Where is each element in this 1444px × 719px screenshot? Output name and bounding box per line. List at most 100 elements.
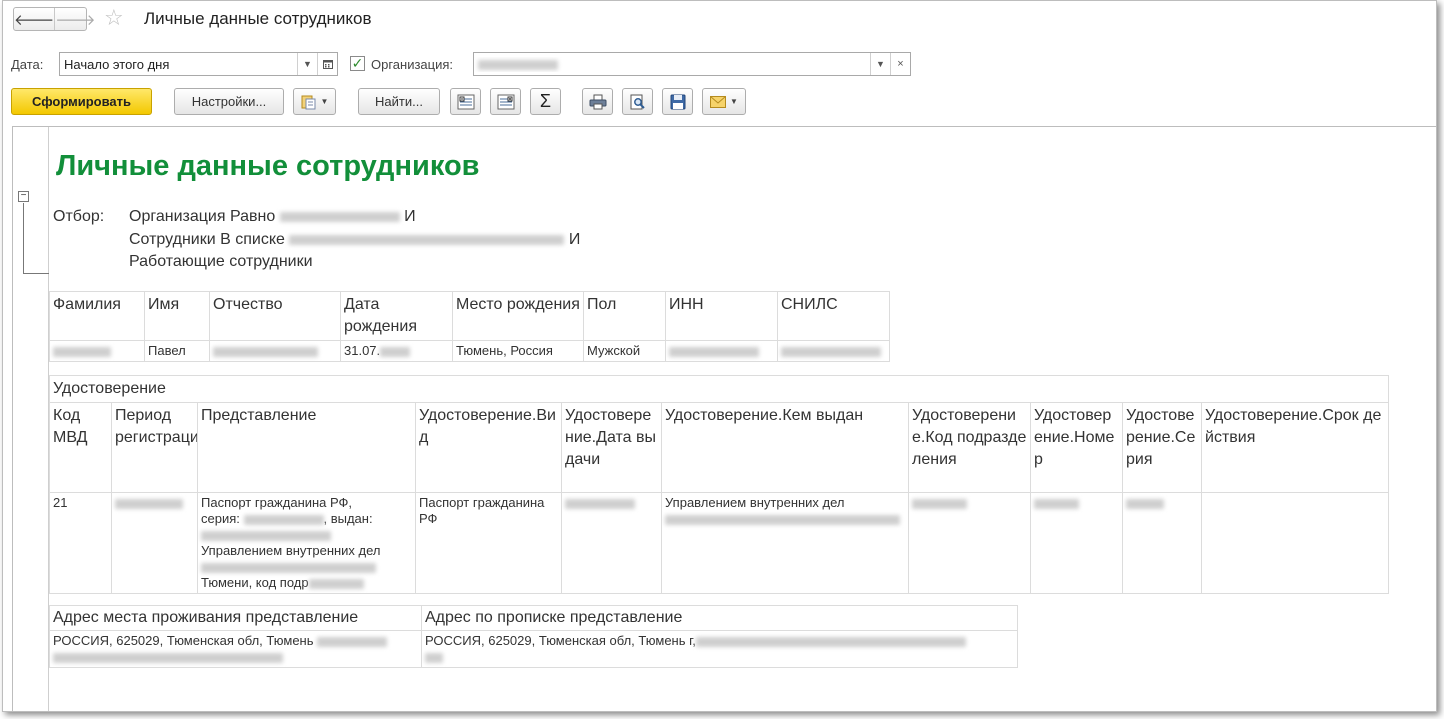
cell-issued-by[interactable]: Управлением внутренних дел: [661, 492, 909, 594]
cell-birth-date[interactable]: 31.07.: [340, 340, 453, 362]
find-button[interactable]: Найти...: [358, 88, 440, 115]
collapse-groups-button[interactable]: [450, 88, 481, 115]
cell-residence-address[interactable]: РОССИЯ, 625029, Тюменская обл, Тюмень: [49, 630, 422, 668]
favorite-star-icon[interactable]: ☆: [104, 6, 124, 30]
column-header: Удостоверение.Серия: [1122, 402, 1202, 493]
representation-line-4: Управлением внутренних дел: [201, 543, 381, 558]
cell-gender[interactable]: Мужской: [583, 340, 666, 362]
issued-label: , выдан:: [323, 511, 373, 526]
id-document-table: Удостоверение Код МВД Период регистрации…: [48, 375, 1390, 594]
column-header: СНИЛС: [777, 291, 890, 341]
cell-inn[interactable]: [665, 340, 778, 362]
column-header: Удостоверение.Срок действия: [1200, 402, 1390, 493]
calendar-icon[interactable]: [317, 53, 337, 75]
sum-button[interactable]: Σ: [530, 88, 561, 115]
forward-button[interactable]: 🡒: [54, 8, 95, 30]
residence-text: РОССИЯ, 625029, Тюменская обл, Тюмень: [53, 633, 314, 648]
representation-line-1: Паспорт гражданина РФ,: [201, 495, 353, 510]
variants-button[interactable]: ▼: [293, 88, 336, 115]
residence-line-2: [53, 649, 418, 665]
column-header: Адрес по прописке представление: [421, 605, 1018, 631]
column-header: Фамилия: [49, 291, 145, 341]
expand-groups-button[interactable]: [490, 88, 521, 115]
cell-valid-until[interactable]: [1200, 492, 1390, 594]
cell-issue-date[interactable]: [561, 492, 662, 594]
dropdown-arrow-icon[interactable]: ▼: [297, 53, 317, 75]
cell-id-kind[interactable]: Паспорт гражданина РФ: [415, 492, 562, 594]
registration-line-2: [425, 649, 1014, 665]
dropdown-arrow-icon: ▼: [730, 97, 738, 106]
save-button[interactable]: [662, 88, 693, 115]
registration-line-1: РОССИЯ, 625029, Тюменская обл, Тюмень г,: [425, 633, 1014, 649]
birth-date-text: 31.07.: [344, 343, 381, 358]
cell-registration-address[interactable]: РОССИЯ, 625029, Тюменская обл, Тюмень г,: [421, 630, 1018, 668]
printer-icon: [589, 94, 606, 109]
cell-birth-place[interactable]: Тюмень, Россия: [452, 340, 584, 362]
representation-line-3: [201, 527, 412, 543]
cell-mvd-code[interactable]: 21: [49, 492, 112, 594]
organization-checkbox[interactable]: ✓: [350, 56, 365, 71]
table-header-row: Адрес места проживания представление Адр…: [49, 605, 1018, 631]
person-table: Фамилия Имя Отчество Дата рождения Место…: [49, 291, 890, 362]
date-label: Дата:: [11, 57, 44, 72]
dropdown-arrow-icon: ▼: [320, 97, 329, 106]
generate-button[interactable]: Сформировать: [11, 88, 152, 115]
date-field[interactable]: Начало этого дня ▼: [59, 52, 338, 76]
filter-employees-text: Сотрудники В списке: [129, 231, 285, 248]
group-expand-icon: [497, 94, 514, 109]
column-header: Место рождения: [452, 291, 584, 341]
arrow-left-icon: 🡐: [14, 11, 55, 29]
settings-button[interactable]: Настройки...: [174, 88, 284, 115]
report-window: 🡐 🡒 ☆ Личные данные сотрудников Дата: На…: [2, 0, 1437, 712]
clear-icon[interactable]: ×: [890, 53, 910, 75]
report-spreadsheet[interactable]: − Личные данные сотрудников Отбор: Орган…: [12, 126, 1437, 711]
table-header-row: Код МВД Период регистрации Представление…: [49, 402, 1390, 493]
cell-patronymic[interactable]: [209, 340, 341, 362]
report-variant-icon: [301, 95, 316, 109]
group-collapse-icon: [457, 94, 474, 109]
id-group-header: Удостоверение: [48, 375, 1390, 403]
dept-code-label: Тюмени, код подр: [201, 575, 309, 590]
column-header: Код МВД: [49, 402, 112, 493]
cell-dept-code[interactable]: [908, 492, 1031, 594]
back-button[interactable]: 🡐: [14, 8, 54, 30]
representation-line-6: Тюмени, код подр: [201, 575, 412, 591]
dropdown-arrow-icon[interactable]: ▼: [870, 53, 890, 75]
issued-by-line-1: Управлением внутренних дел: [665, 495, 845, 510]
collapse-group-icon[interactable]: −: [18, 191, 29, 202]
column-header: Пол: [583, 291, 666, 341]
column-header: Представление: [197, 402, 416, 493]
cell-last-name[interactable]: [49, 340, 145, 362]
sum-icon: Σ: [539, 91, 552, 111]
organization-field[interactable]: ▼ ×: [473, 52, 911, 76]
table-row: 21 Паспорт гражданина РФ, серия: , выдан…: [49, 492, 1390, 594]
filter-org-text: Организация Равно: [129, 208, 276, 225]
table-row: Павел 31.07. Тюмень, Россия Мужской: [49, 340, 890, 362]
cell-id-number[interactable]: [1030, 492, 1123, 594]
table-group-header-row: Удостоверение: [48, 375, 1390, 403]
cell-registration-period[interactable]: [111, 492, 198, 594]
column-header: Имя: [144, 291, 210, 341]
print-preview-icon: [630, 94, 645, 109]
cell-representation[interactable]: Паспорт гражданина РФ, серия: , выдан: У…: [197, 492, 416, 594]
date-value: Начало этого дня: [64, 56, 170, 72]
column-header: Удостоверение.Кем выдан: [661, 402, 909, 493]
send-email-button[interactable]: ▼: [702, 88, 746, 115]
series-label: серия:: [201, 511, 240, 526]
column-header: Удостоверение.Код подразделения: [908, 402, 1031, 493]
table-header-row: Фамилия Имя Отчество Дата рождения Место…: [49, 291, 890, 341]
column-header: ИНН: [665, 291, 778, 341]
residence-line-1: РОССИЯ, 625029, Тюменская обл, Тюмень: [53, 633, 418, 649]
representation-line-5: [201, 559, 412, 575]
cell-snils[interactable]: [777, 340, 890, 362]
print-preview-button[interactable]: [622, 88, 653, 115]
group-bracket: [23, 203, 49, 274]
representation-line-2: серия: , выдан:: [201, 511, 412, 527]
filter-line-2: Сотрудники В списке И: [129, 231, 580, 249]
filter-line-3: Работающие сотрудники: [129, 253, 313, 270]
cell-first-name[interactable]: Павел: [144, 340, 210, 362]
column-header: Удостоверение.Дата выдачи: [561, 402, 662, 493]
column-header: Дата рождения: [340, 291, 453, 341]
print-button[interactable]: [582, 88, 613, 115]
cell-id-series[interactable]: [1122, 492, 1202, 594]
